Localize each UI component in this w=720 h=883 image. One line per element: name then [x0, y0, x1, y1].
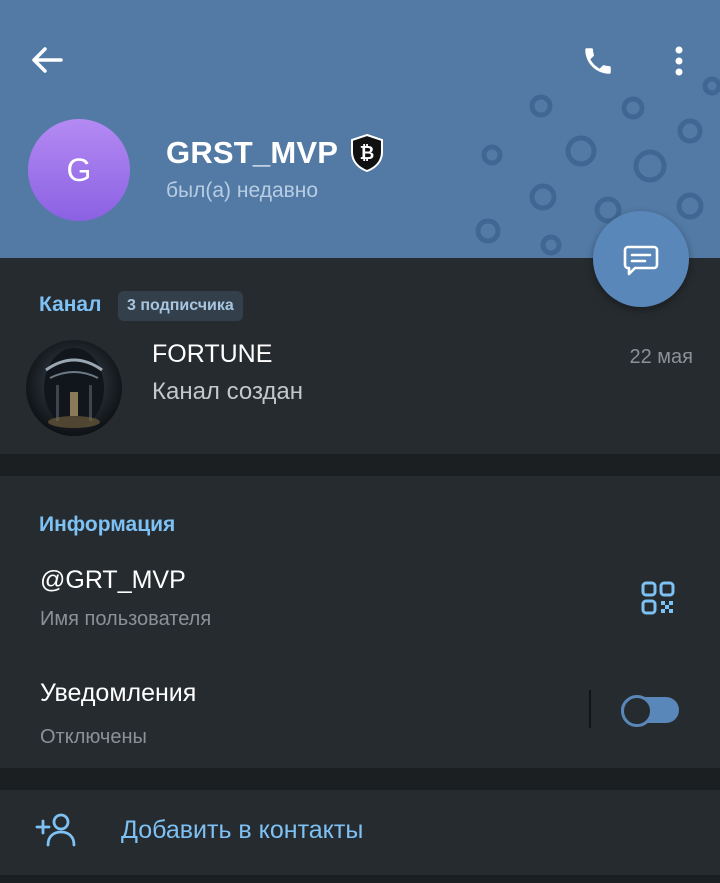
- profile-avatar[interactable]: G: [28, 119, 130, 221]
- info-section-label: Информация: [39, 513, 176, 536]
- username-value[interactable]: @GRT_MVP: [40, 566, 186, 595]
- channel-avatar[interactable]: [26, 340, 122, 436]
- notifications-toggle[interactable]: [621, 695, 679, 727]
- profile-title-row: GRST_MVP ₿: [166, 134, 384, 172]
- channel-date: 22 мая: [629, 346, 693, 368]
- username-caption: Имя пользователя: [40, 608, 212, 630]
- phone-icon: [585, 48, 611, 74]
- more-menu-button[interactable]: [664, 40, 694, 82]
- qr-code-icon: [641, 581, 675, 615]
- send-message-button[interactable]: [593, 211, 689, 307]
- more-vertical-icon: [675, 46, 683, 76]
- profile-name: GRST_MVP: [166, 135, 339, 170]
- avatar-letter: G: [66, 151, 92, 188]
- subscribers-badge: 3 подписчика: [118, 291, 243, 321]
- add-contact-icon-wrap: [34, 811, 78, 849]
- call-button[interactable]: [576, 40, 620, 82]
- add-contact-label[interactable]: Добавить в контакты: [121, 816, 363, 845]
- arrow-left-icon: [32, 47, 63, 73]
- qr-code-button[interactable]: [636, 578, 680, 618]
- toggle-knob: [621, 695, 653, 727]
- back-button[interactable]: [24, 40, 70, 80]
- add-person-icon: [35, 813, 76, 847]
- channel-avatar-image: [44, 348, 104, 428]
- profile-status: был(а) недавно: [166, 179, 319, 202]
- bitcoin-shield-icon[interactable]: ₿: [350, 134, 384, 172]
- channel-last-message: Канал создан: [152, 378, 304, 405]
- message-icon: [623, 245, 659, 276]
- divider: [589, 690, 591, 728]
- svg-text:₿: ₿: [360, 143, 375, 163]
- channel-section-label: Канал: [39, 293, 102, 316]
- notifications-state: Отключены: [40, 726, 147, 748]
- channel-name[interactable]: FORTUNE: [152, 340, 272, 369]
- notifications-label[interactable]: Уведомления: [40, 679, 196, 708]
